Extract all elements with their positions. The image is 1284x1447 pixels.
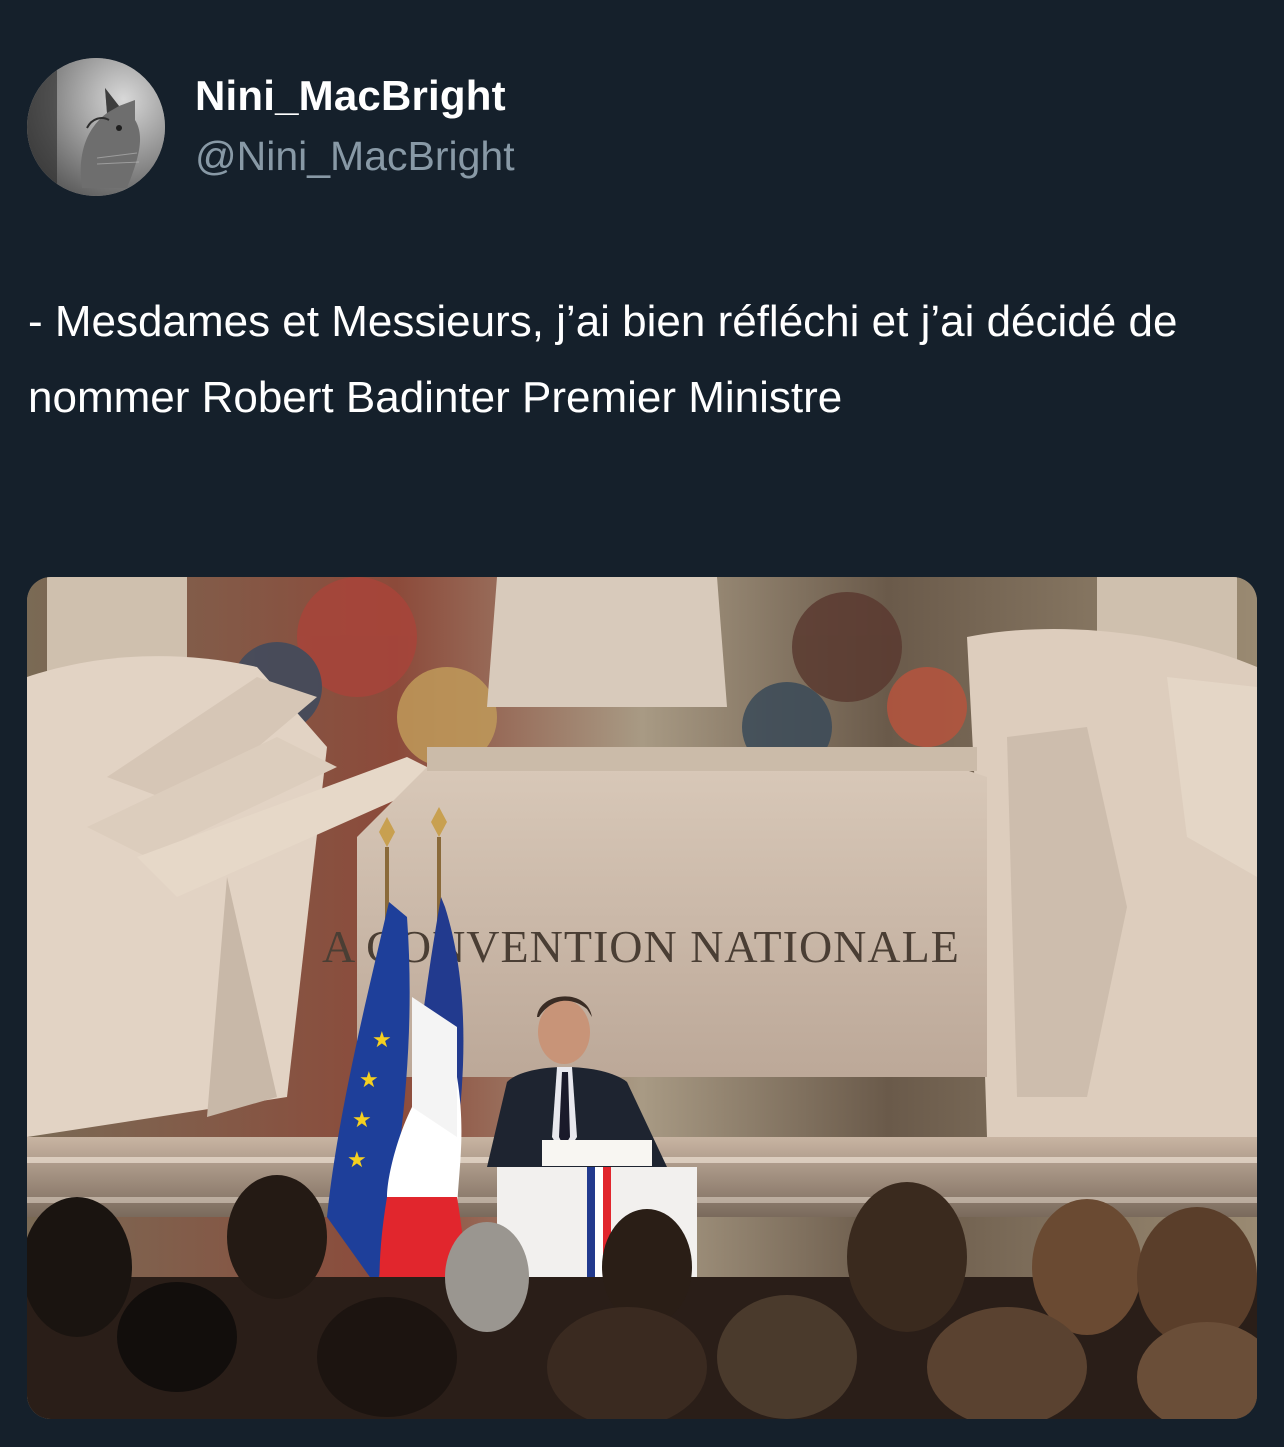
- media-photo: A CONVENTION NATIONALE ★ ★ ★ ★: [27, 577, 1257, 1419]
- author-handle[interactable]: @Nini_MacBright: [195, 133, 515, 180]
- svg-text:★: ★: [347, 1147, 367, 1172]
- lectern-sign: [542, 1140, 652, 1166]
- author-avatar[interactable]: [27, 58, 165, 196]
- svg-text:★: ★: [359, 1067, 379, 1092]
- author-display-name[interactable]: Nini_MacBright: [195, 72, 506, 120]
- tweet-media-image[interactable]: A CONVENTION NATIONALE ★ ★ ★ ★: [27, 577, 1257, 1419]
- tweet-card: Nini_MacBright @Nini_MacBright - Mesdame…: [0, 0, 1284, 1447]
- cat-avatar-icon: [27, 58, 165, 196]
- monument-inscription: A CONVENTION NATIONALE: [322, 921, 960, 972]
- svg-text:★: ★: [352, 1107, 372, 1132]
- tweet-text: - Mesdames et Messieurs, j’ai bien réflé…: [28, 297, 1178, 422]
- svg-text:★: ★: [372, 1027, 392, 1052]
- statue-group-right: [967, 628, 1257, 1157]
- central-statue: [487, 577, 727, 707]
